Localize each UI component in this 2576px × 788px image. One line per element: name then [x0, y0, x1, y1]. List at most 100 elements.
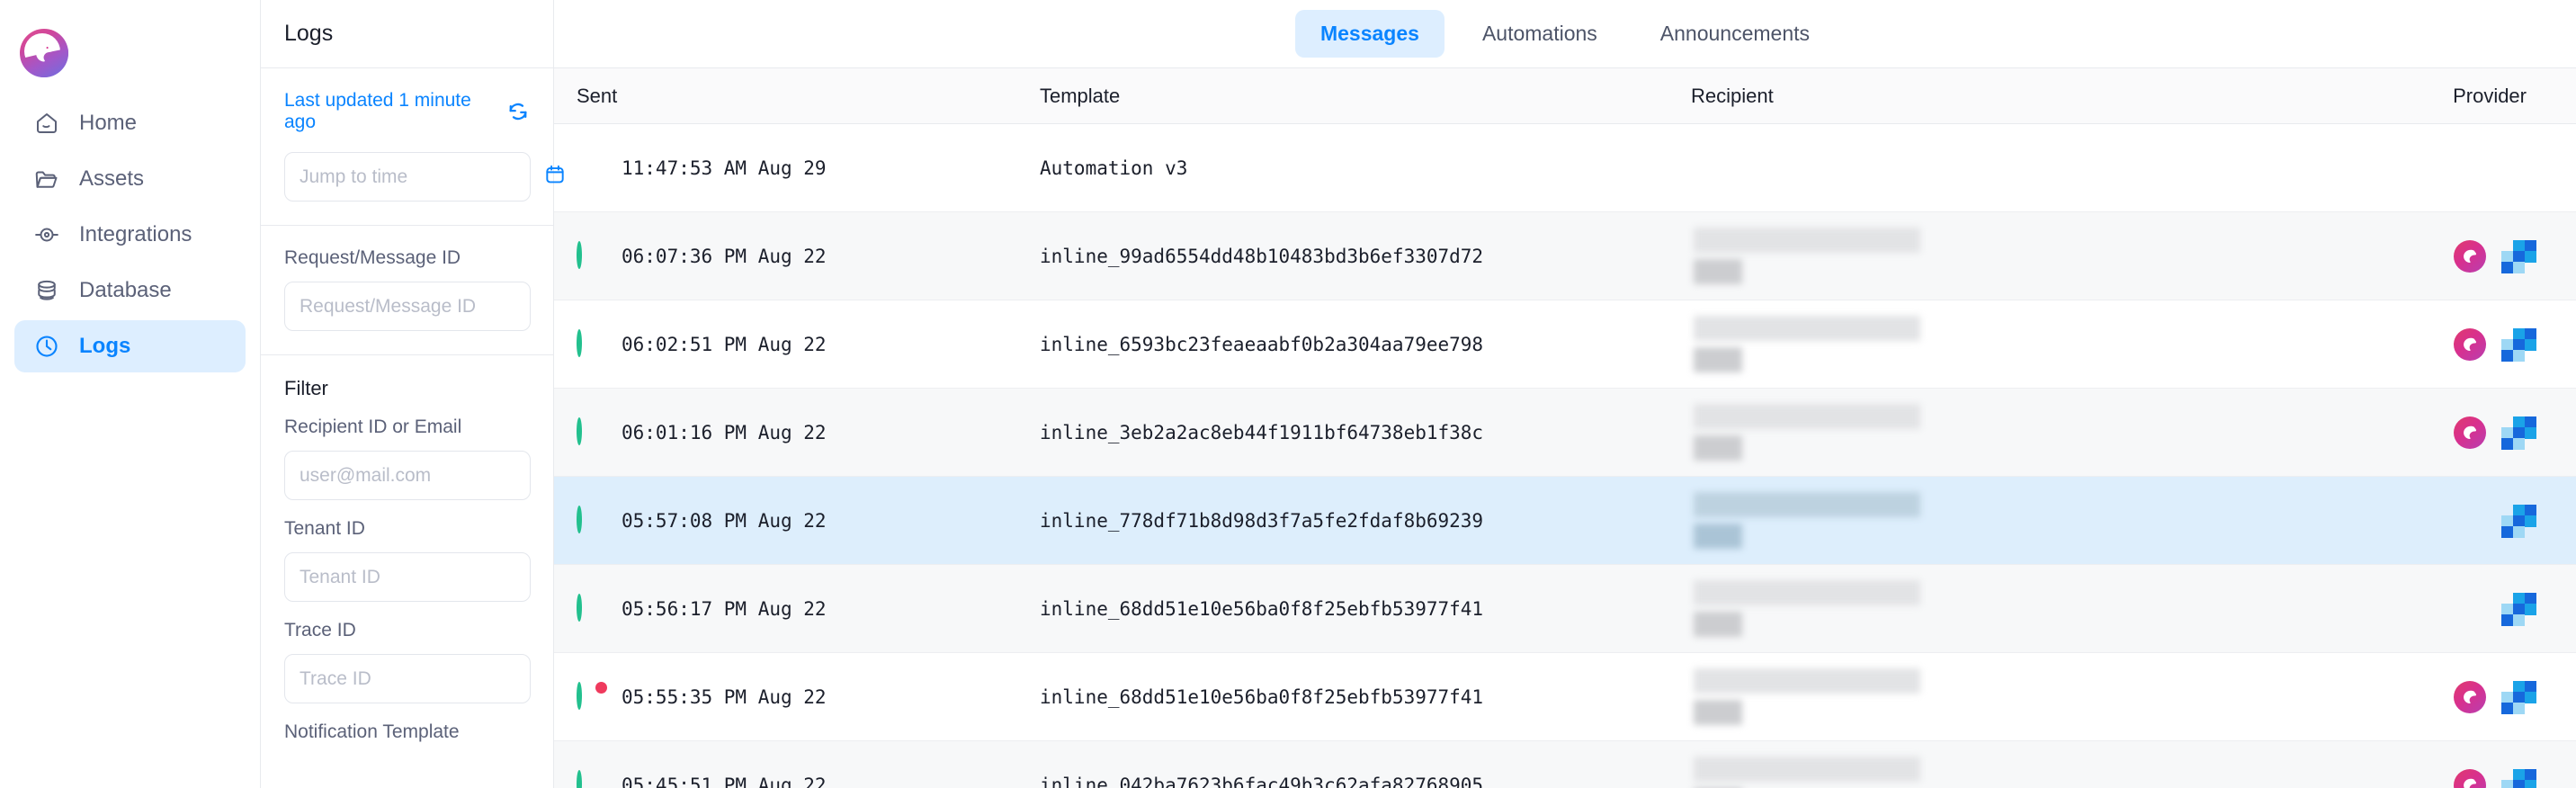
recipient-redacted-line: [1694, 700, 1742, 725]
main-content: Messages Automations Announcements Sent …: [554, 0, 2576, 788]
cell-recipient: [1691, 316, 2342, 372]
status-half-icon: [577, 593, 602, 622]
sidebar-item-label: Integrations: [79, 222, 192, 246]
recipient-filter-group: Recipient ID or Email: [284, 416, 543, 500]
status-half-icon: [577, 505, 602, 533]
provider-courier-icon[interactable]: [2454, 416, 2486, 449]
status-half-error-icon: [577, 681, 607, 710]
cell-sent: 11:47:53 AM Aug 29: [554, 156, 1040, 181]
cell-template: inline_3eb2a2ac8eb44f1911bf64738eb1f38c: [1040, 421, 1484, 443]
recipient-redacted-line: [1694, 316, 1920, 341]
cell-sent: 06:02:51 PM Aug 22: [554, 328, 1040, 357]
notification-template-label: Notification Template: [284, 721, 460, 742]
tab-messages[interactable]: Messages: [1294, 10, 1445, 58]
tab-label: Messages: [1319, 22, 1419, 45]
tab-bar: Messages Automations Announcements: [554, 0, 2576, 68]
provider-steps-icon[interactable]: [2500, 239, 2536, 273]
sidebar-item-assets[interactable]: Assets: [14, 153, 246, 205]
cell-sent: 06:07:36 PM Aug 22: [554, 240, 1040, 269]
recipient-redacted-line: [1694, 757, 1920, 782]
recipient-id-field[interactable]: [284, 451, 543, 500]
provider-steps-icon[interactable]: [2500, 592, 2536, 626]
status-pending-icon: [577, 156, 602, 181]
cell-template: Automation v3: [1040, 157, 1188, 179]
courier-bird-logo[interactable]: [20, 29, 68, 77]
refresh-icon[interactable]: [506, 100, 530, 123]
column-header-recipient[interactable]: Recipient: [1691, 85, 2342, 108]
provider-courier-icon[interactable]: [2454, 239, 2486, 273]
recipient-id-input[interactable]: [300, 464, 543, 487]
table-row[interactable]: 06:07:36 PM Aug 22 inline_99ad6554dd48b1…: [554, 212, 2576, 300]
column-header-provider[interactable]: Provider: [2342, 85, 2576, 108]
bird-glyph: [36, 45, 52, 62]
table-row[interactable]: 05:55:35 PM Aug 22 inline_68dd51e10e56ba…: [554, 653, 2576, 741]
sidebar-item-home[interactable]: Home: [14, 97, 246, 149]
tab-announcements[interactable]: Announcements: [1635, 10, 1835, 58]
status-half-icon: [577, 769, 602, 788]
table-row[interactable]: 06:02:51 PM Aug 22 inline_6593bc23feaeaa…: [554, 300, 2576, 389]
cell-provider: [2342, 592, 2576, 626]
jump-to-time-input[interactable]: [300, 166, 543, 188]
cell-provider: [2342, 768, 2576, 788]
sent-timestamp: 06:07:36 PM Aug 22: [622, 245, 827, 267]
sidebar-item-logs[interactable]: Logs: [14, 320, 246, 372]
tenant-id-field[interactable]: [284, 552, 543, 602]
brand-logo-wrapper: [0, 0, 260, 77]
trace-id-field[interactable]: [284, 654, 543, 703]
cell-provider: [2342, 416, 2576, 450]
clock-icon: [32, 332, 61, 361]
trace-id-input[interactable]: [300, 667, 543, 690]
cell-recipient: [1691, 757, 2342, 788]
tenant-id-input[interactable]: [300, 566, 543, 588]
time-section: Last updated 1 minute ago: [261, 68, 564, 226]
table-row[interactable]: 05:45:51 PM Aug 22 inline_042ba7623b6fac…: [554, 741, 2576, 788]
table-row[interactable]: 11:47:53 AM Aug 29 Automation v3: [554, 124, 2576, 212]
recipient-redacted-line: [1694, 347, 1742, 372]
recipient-id-label: Recipient ID or Email: [284, 416, 462, 437]
cell-provider: [2342, 504, 2576, 538]
filter-panel: Logs Last updated 1 minute ago Jump to t…: [261, 0, 564, 788]
cell-recipient: [1691, 668, 2342, 725]
sidebar-item-label: Home: [79, 111, 138, 135]
cell-sent: 06:01:16 PM Aug 22: [554, 416, 1040, 445]
sidebar-item-integrations[interactable]: Integrations: [14, 209, 246, 261]
cell-sent: 05:56:17 PM Aug 22: [554, 593, 1040, 622]
status-half-icon: [577, 416, 602, 445]
provider-courier-icon[interactable]: [2454, 680, 2486, 713]
cell-sent: 05:45:51 PM Aug 22: [554, 769, 1040, 788]
cell-sent: 05:55:35 PM Aug 22: [554, 681, 1040, 710]
sidebar-item-database[interactable]: Database: [14, 264, 246, 317]
cell-recipient: [1691, 228, 2342, 284]
cell-template: inline_778df71b8d98d3f7a5fe2fdaf8b69239: [1040, 509, 1484, 532]
provider-steps-icon[interactable]: [2500, 504, 2536, 538]
request-message-id-input[interactable]: [300, 295, 543, 318]
table-header: Sent Template Recipient Provider: [554, 68, 2576, 124]
provider-steps-icon[interactable]: [2500, 327, 2536, 362]
table-row[interactable]: 05:56:17 PM Aug 22 inline_68dd51e10e56ba…: [554, 565, 2576, 653]
tenant-id-label: Tenant ID: [284, 518, 365, 539]
cell-provider: [2342, 680, 2576, 714]
recipient-redacted-line: [1694, 524, 1742, 549]
last-updated-refresh[interactable]: Last updated 1 minute ago: [284, 90, 530, 133]
sent-timestamp: 06:01:16 PM Aug 22: [622, 421, 827, 443]
tab-automations[interactable]: Automations: [1457, 10, 1623, 58]
recipient-redacted-line: [1694, 492, 1920, 517]
error-badge-dot: [595, 681, 607, 694]
provider-steps-icon[interactable]: [2500, 680, 2536, 714]
provider-courier-icon[interactable]: [2454, 768, 2486, 788]
sent-timestamp: 05:56:17 PM Aug 22: [622, 597, 827, 620]
provider-steps-icon[interactable]: [2500, 416, 2536, 450]
cell-recipient: [1691, 492, 2342, 549]
provider-steps-icon[interactable]: [2500, 768, 2536, 788]
jump-to-time-field[interactable]: [284, 152, 564, 201]
app-root: Home Assets Integrations Database Logs L…: [0, 0, 2576, 788]
table-row[interactable]: 06:01:16 PM Aug 22 inline_3eb2a2ac8eb44f…: [554, 389, 2576, 477]
sidebar: Home Assets Integrations Database Logs: [0, 0, 261, 788]
table-row-selected[interactable]: 05:57:08 PM Aug 22 inline_778df71b8d98d3…: [554, 477, 2576, 565]
column-header-sent[interactable]: Sent: [554, 85, 1040, 108]
cell-recipient: [1691, 404, 2342, 461]
provider-courier-icon[interactable]: [2454, 327, 2486, 361]
column-header-template[interactable]: Template: [1040, 85, 1691, 108]
request-message-id-field[interactable]: [284, 282, 543, 331]
calendar-icon[interactable]: [543, 163, 567, 191]
